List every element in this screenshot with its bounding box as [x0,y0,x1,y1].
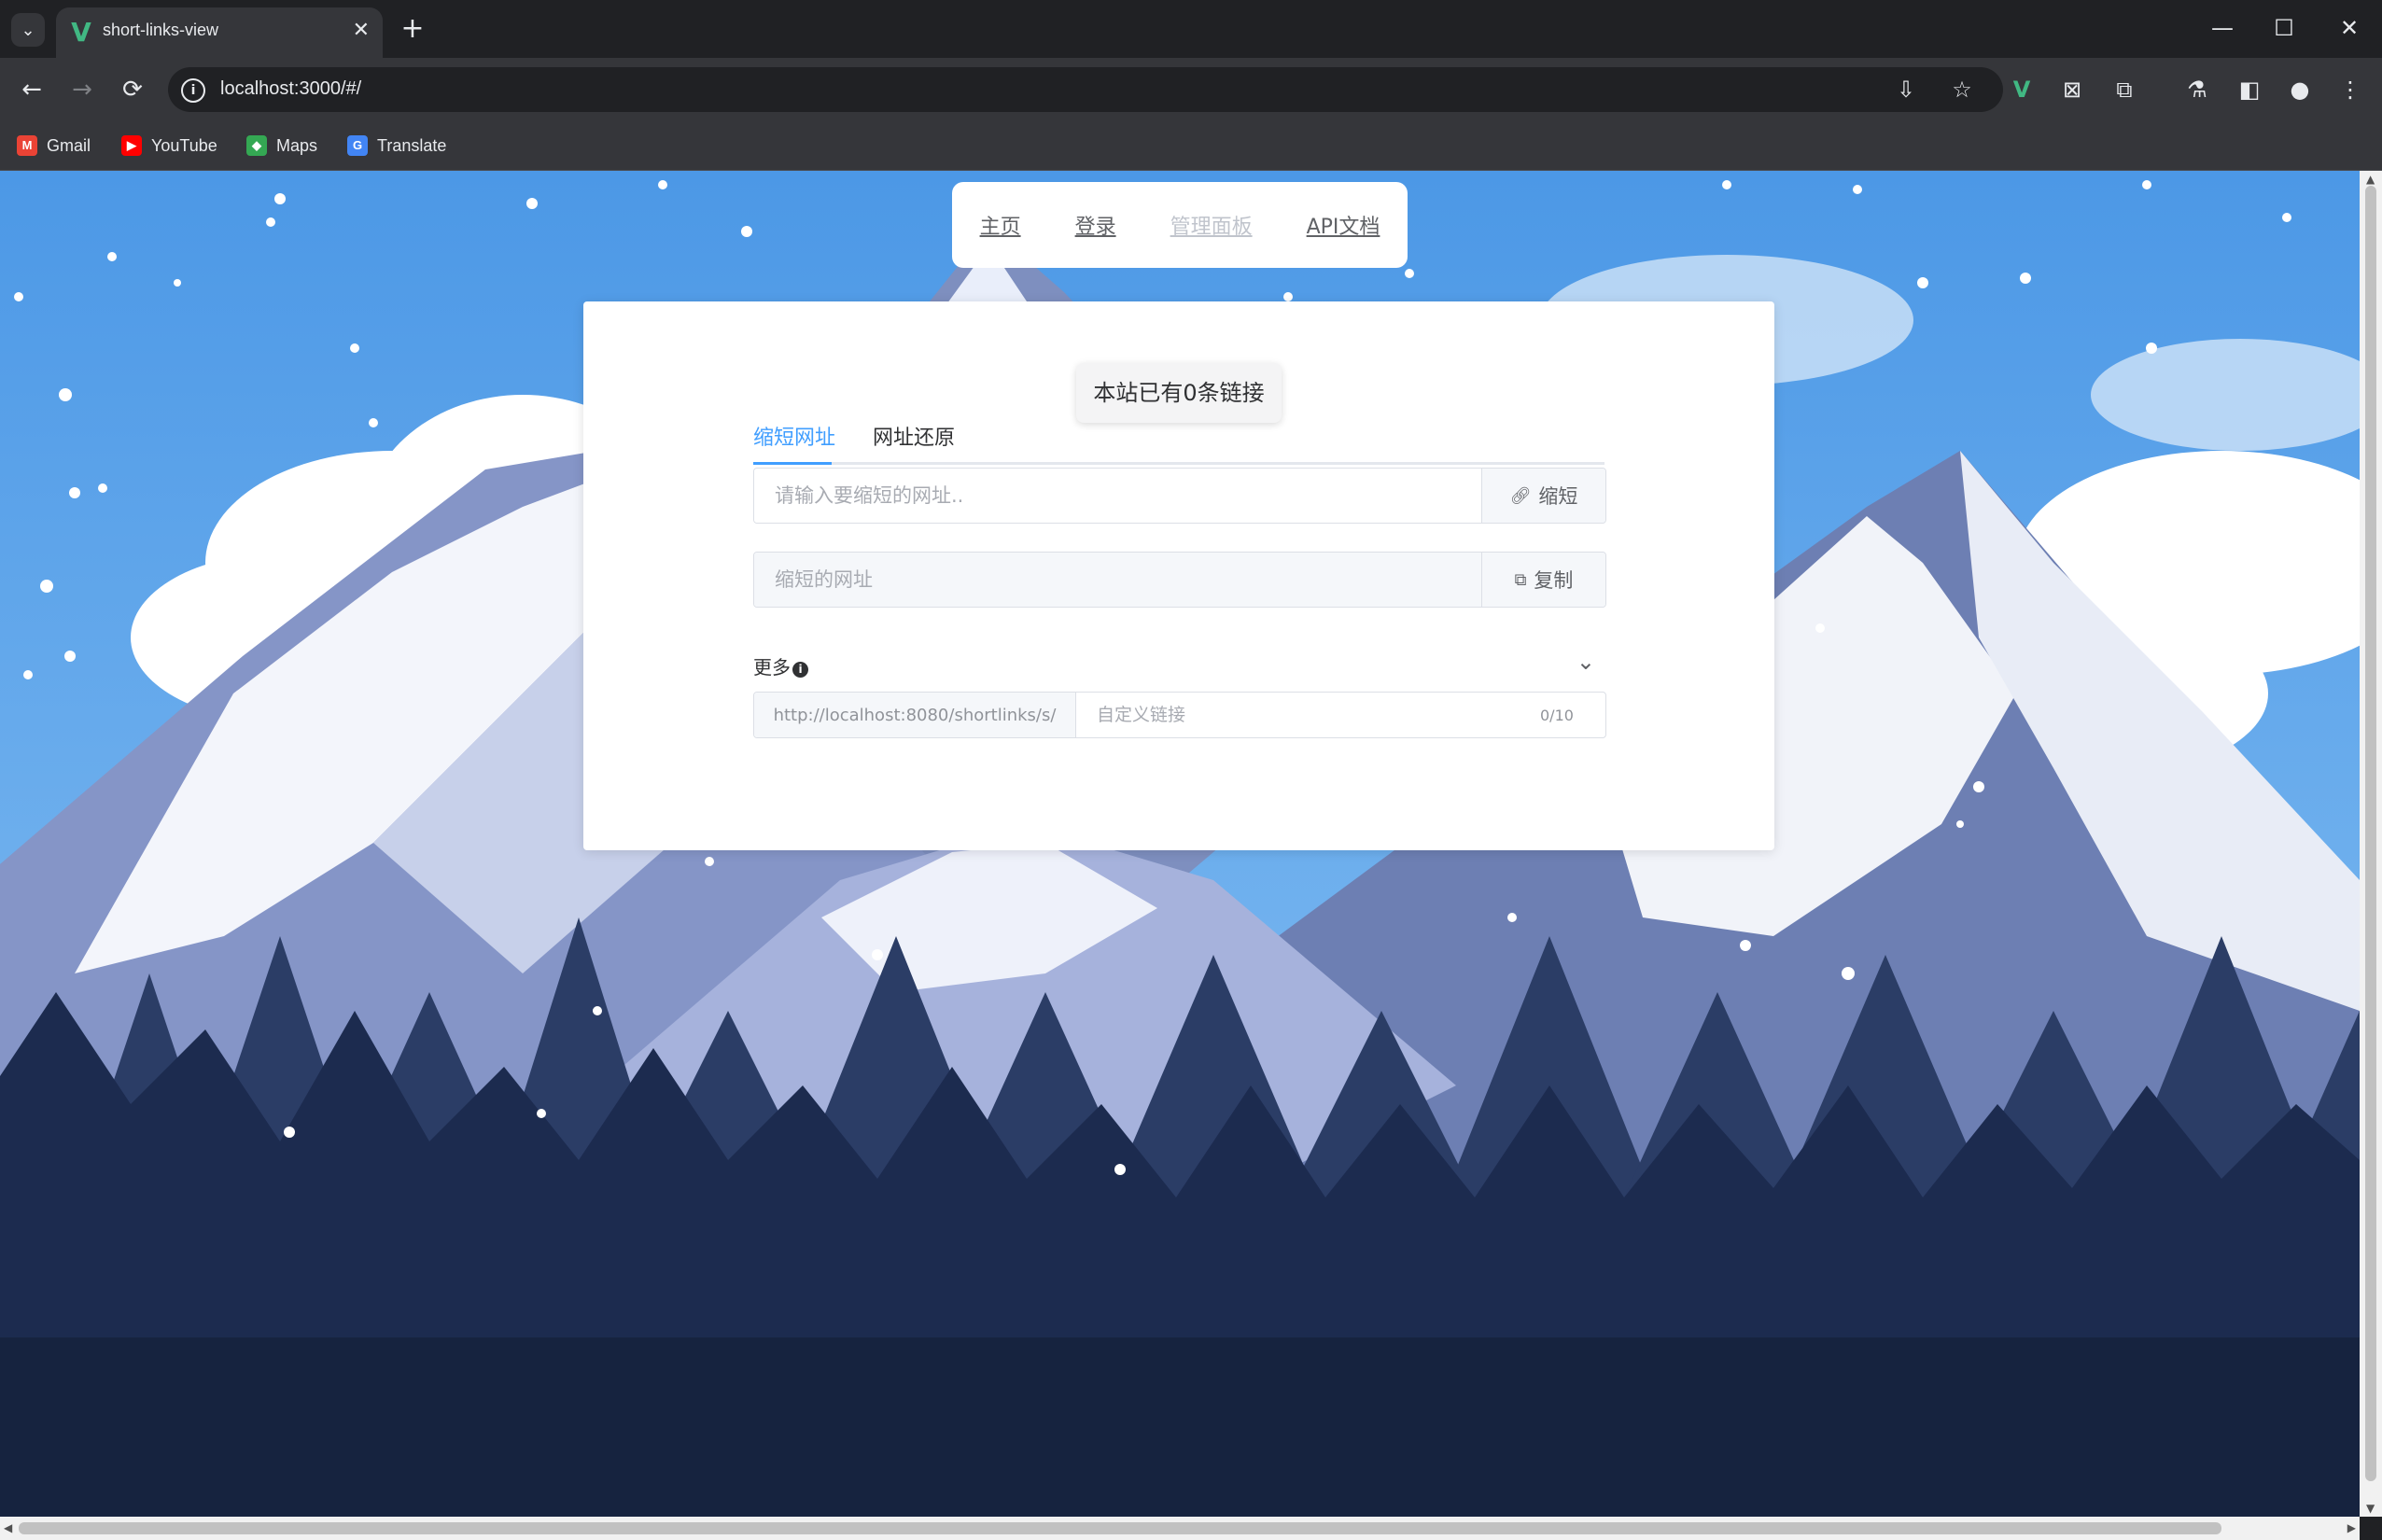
browser-tabstrip: ⌄ V short-links-view ✕ + — ☐ ✕ [0,0,2382,58]
char-counter: 0/10 [1540,706,1574,724]
window-close-button[interactable]: ✕ [2326,11,2373,45]
browser-tab[interactable]: V short-links-view ✕ [56,7,383,58]
nav-link-api-docs[interactable]: API文档 [1307,210,1380,240]
tab-search-button[interactable]: ⌄ [11,13,45,47]
horizontal-scroll-thumb[interactable] [19,1522,2221,1534]
shorten-button[interactable]: 🔗︎ 缩短 [1481,469,1605,523]
shortener-card: 本站已有0条链接 缩短网址 网址还原 🔗︎ 缩短 ⧉ 复制 更多i ⌄ [583,301,1774,850]
vue-devtools-icon[interactable]: V [2005,73,2039,106]
translate-icon: G [347,135,368,156]
url-input-group: 🔗︎ 缩短 [753,468,1606,524]
extensions-puzzle-icon[interactable]: ⧉ [2108,73,2141,106]
side-panel-icon[interactable]: ◧ [2233,73,2266,106]
nav-link-home[interactable]: 主页 [980,210,1021,240]
reload-button[interactable]: ⟳ [114,71,151,108]
youtube-icon: ▶ [121,135,142,156]
bookmark-gmail[interactable]: M Gmail [17,131,91,161]
gmail-icon: M [17,135,37,156]
copy-button[interactable]: ⧉ 复制 [1481,553,1605,607]
result-input-group: ⧉ 复制 [753,552,1606,608]
scroll-left-icon[interactable]: ◀ [4,1521,12,1534]
install-app-icon[interactable]: ⇩ [1891,75,1921,105]
info-icon[interactable]: i [792,662,808,678]
custom-link-input[interactable] [1076,693,1540,737]
chevron-down-icon[interactable]: ⌄ [1576,649,1595,675]
custom-link-prefix: http://localhost:8080/shortlinks/s/ [754,693,1076,737]
close-icon[interactable]: ✕ [353,19,370,42]
scroll-right-icon[interactable]: ▶ [2347,1521,2356,1534]
nav-link-admin-panel[interactable]: 管理面板 [1170,210,1253,240]
short-url-output[interactable] [754,553,1481,607]
horizontal-scrollbar[interactable]: ◀ ▶ [0,1517,2360,1540]
vertical-scroll-thumb[interactable] [2365,186,2376,1481]
vertical-scrollbar[interactable]: ▲ ▼ [2360,171,2382,1517]
more-label: 更多 [753,656,791,679]
bookmarks-bar: M Gmail ▶ YouTube ◆ Maps G Translate [0,121,2382,171]
address-url[interactable]: localhost:3000/#/ [220,78,361,100]
browser-toolbar: ← → ⟳ i localhost:3000/#/ ⇩ ☆ V ⊠ ⧉ ⚗ ◧ … [0,58,2382,121]
active-tab-indicator [753,462,832,465]
site-info-icon[interactable]: i [181,78,205,103]
custom-link-group: http://localhost:8080/shortlinks/s/ 0/10 [753,692,1606,738]
top-nav: 主页 登录 管理面板 API文档 [952,182,1408,268]
more-options-toggle[interactable]: 更多 i ⌄ [753,647,1604,684]
chevron-down-icon: ⌄ [21,20,35,40]
tab-title: short-links-view [103,21,219,39]
vue-logo-icon: V [71,17,91,48]
extension-x-icon[interactable]: ⊠ [2055,73,2089,106]
labs-flask-icon[interactable]: ⚗ [2180,73,2214,106]
profile-avatar-icon[interactable]: ● [2283,73,2317,106]
bookmark-maps[interactable]: ◆ Maps [246,131,317,161]
bookmark-star-icon[interactable]: ☆ [1947,75,1977,105]
minimize-button[interactable]: — [2199,11,2246,45]
tab-shorten-url[interactable]: 缩短网址 [753,421,835,451]
tab-bar: 缩短网址 网址还原 [753,410,1604,465]
maximize-button[interactable]: ☐ [2261,11,2307,45]
maps-icon: ◆ [246,135,267,156]
bookmark-translate[interactable]: G Translate [347,131,446,161]
scroll-down-icon[interactable]: ▼ [2366,1502,2375,1515]
long-url-input[interactable] [754,469,1481,523]
copy-icon: ⧉ [1514,569,1527,590]
scroll-up-icon[interactable]: ▲ [2366,173,2375,186]
bookmark-youtube[interactable]: ▶ YouTube [121,131,217,161]
link-icon: 🔗︎ [1509,485,1532,506]
address-bar[interactable]: i localhost:3000/#/ ⇩ ☆ [168,67,2003,112]
menu-kebab-icon[interactable]: ⋮ [2333,73,2367,106]
forward-button[interactable]: → [63,71,101,108]
new-tab-button[interactable]: + [396,13,429,47]
tab-restore-url[interactable]: 网址还原 [873,421,955,451]
back-button[interactable]: ← [13,71,50,108]
nav-link-login[interactable]: 登录 [1075,210,1116,240]
page-viewport: 主页 登录 管理面板 API文档 本站已有0条链接 缩短网址 网址还原 🔗︎ 缩… [0,171,2360,1517]
